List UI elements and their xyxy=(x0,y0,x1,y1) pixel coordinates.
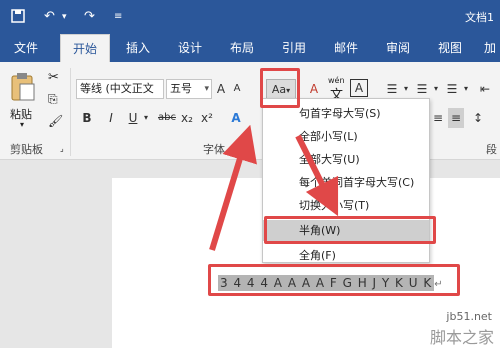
arrow-down-icon xyxy=(295,134,339,217)
watermark-logo-text: 脚本之家 xyxy=(429,328,494,347)
annotation-arrows xyxy=(209,124,339,251)
arrow-up-icon xyxy=(209,124,257,251)
watermark-url: jb51.net xyxy=(446,310,492,323)
